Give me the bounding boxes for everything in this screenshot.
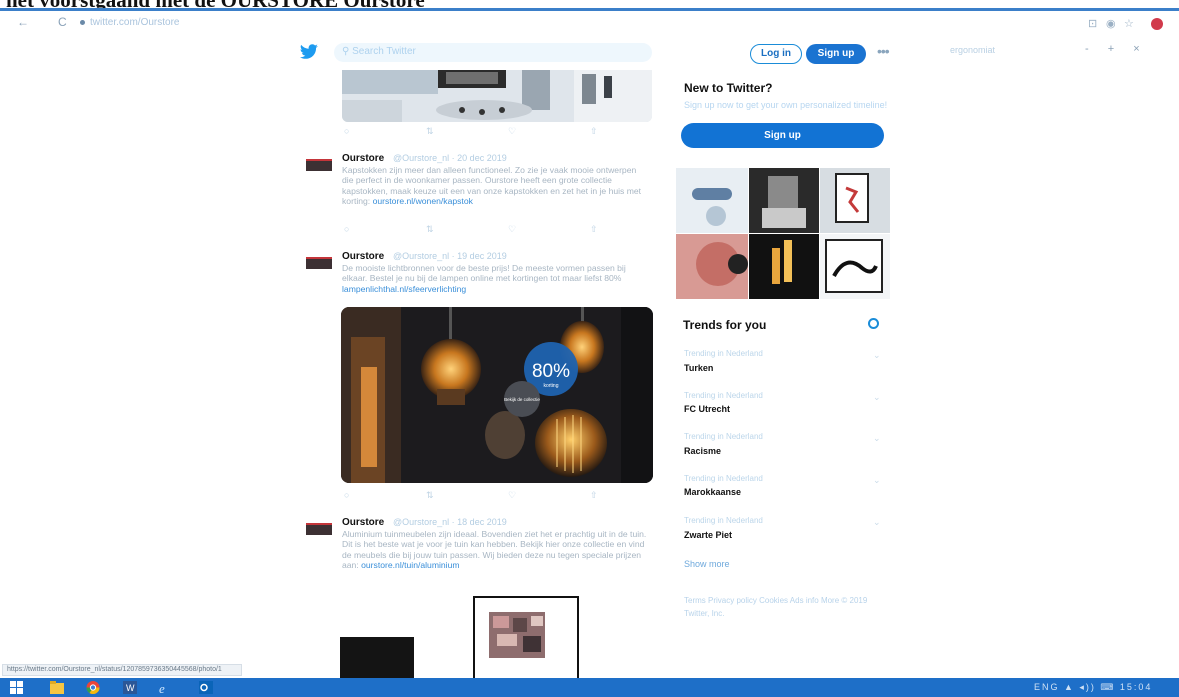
tweet-header: Ourstore @Ourstore_nl · 18 dec 2019 xyxy=(342,517,507,528)
retweet-icon[interactable]: ⇅ xyxy=(426,126,434,137)
tweet-photo-lamps[interactable]: 80% korting Bekijk de collectie xyxy=(341,307,653,483)
trend-context: Trending in Nederland xyxy=(684,516,763,525)
address-bar[interactable]: twitter.com/Ourstore xyxy=(80,17,179,28)
search-icon: ⚲ xyxy=(342,46,353,57)
windows-start-icon[interactable] xyxy=(10,681,24,694)
internet-explorer-icon[interactable]: e xyxy=(158,681,172,694)
word-icon[interactable]: W xyxy=(123,681,137,694)
tweet-text: Aluminium tuinmeubelen zijn ideaal. Bove… xyxy=(342,529,647,571)
address-text: twitter.com/Ourstore xyxy=(90,17,180,28)
avatar[interactable] xyxy=(306,523,332,535)
tweet-meta: @Ourstore_nl · 20 dec 2019 xyxy=(393,153,507,163)
tweet-header: Ourstore @Ourstore_nl · 19 dec 2019 xyxy=(342,251,507,262)
footer-links[interactable]: Terms Privacy policy Cookies Ads info Mo… xyxy=(684,594,874,620)
search-input[interactable]: ⚲ Search Twitter xyxy=(334,43,652,62)
kitchen-photo xyxy=(342,70,652,122)
share-icon[interactable]: ⇧ xyxy=(590,126,598,137)
file-explorer-icon[interactable] xyxy=(50,681,64,694)
share-icon[interactable]: ⇧ xyxy=(590,490,598,501)
promo-percent: 80% xyxy=(532,361,570,382)
reply-icon[interactable]: ○ xyxy=(344,126,349,136)
chevron-down-icon[interactable]: ⌄ xyxy=(873,433,881,444)
side-panel-field[interactable]: ergonomiat xyxy=(950,45,995,55)
chrome-icon[interactable] xyxy=(86,681,100,694)
system-tray[interactable]: ENG ▲ ◂)) ⌨ 15:04 xyxy=(1034,682,1152,693)
more-options-icon[interactable]: ••• xyxy=(877,43,890,59)
tweet-header: Ourstore @Ourstore_nl · 20 dec 2019 xyxy=(342,153,507,164)
trend-context: Trending in Nederland xyxy=(684,432,763,441)
chevron-down-icon[interactable]: ⌄ xyxy=(873,392,881,403)
avatar[interactable] xyxy=(306,257,332,269)
tweet-photo-kapstok[interactable] xyxy=(342,70,652,122)
tweet-meta: @Ourstore_nl · 19 dec 2019 xyxy=(393,251,507,261)
tweet-author[interactable]: Ourstore xyxy=(342,517,384,528)
framed-artwork xyxy=(475,598,577,684)
tweet-text: De mooiste lichtbronnen voor de beste pr… xyxy=(342,263,626,294)
tweet-link[interactable]: ourstore.nl/tuin/aluminium xyxy=(361,560,459,570)
outlook-icon[interactable] xyxy=(199,681,213,694)
tweet-link[interactable]: lampenlichthal.nl/sfeerverlichting xyxy=(342,284,466,294)
media-grid[interactable] xyxy=(676,168,890,299)
bookmark-star-icon[interactable]: ☆ xyxy=(1124,17,1134,30)
retweet-icon[interactable]: ⇅ xyxy=(426,224,434,235)
trend-context: Trending in Nederland xyxy=(684,474,763,483)
tweet[interactable]: Ourstore @Ourstore_nl · 20 dec 2019 Kaps… xyxy=(306,153,652,223)
tweet-actions: ○ ⇅ ♡ ⇧ xyxy=(342,224,602,234)
svg-text:W: W xyxy=(126,683,135,693)
avatar[interactable] xyxy=(306,159,332,171)
tweet-author[interactable]: Ourstore xyxy=(342,153,384,164)
trend-item[interactable]: Racisme xyxy=(684,446,721,456)
promo-badge-text: Bekijk de collectie xyxy=(504,397,540,402)
gear-icon[interactable] xyxy=(868,318,879,329)
trend-context: Trending in Nederland xyxy=(684,391,763,400)
new-to-twitter-title: New to Twitter? xyxy=(684,81,773,95)
twitter-bird-icon[interactable] xyxy=(299,44,319,60)
tweet-text: Kapstokken zijn meer dan alleen function… xyxy=(342,165,642,207)
profile-avatar[interactable] xyxy=(1151,18,1163,30)
browser-toolbar: ← C twitter.com/Ourstore ⊡ ◉ ☆ xyxy=(0,11,1179,35)
trend-item[interactable]: Turken xyxy=(684,363,713,373)
lamps-photo: 80% korting Bekijk de collectie xyxy=(341,307,653,483)
tweet-meta: @Ourstore_nl · 18 dec 2019 xyxy=(393,517,507,527)
trend-item[interactable]: Marokkaanse xyxy=(684,487,741,497)
lock-icon xyxy=(80,19,85,25)
trends-title: Trends for you xyxy=(683,318,767,332)
sidebar-signup-button[interactable]: Sign up xyxy=(681,123,884,148)
reply-icon[interactable]: ○ xyxy=(344,224,349,234)
windows-taskbar: W e xyxy=(0,678,1179,697)
like-icon[interactable]: ♡ xyxy=(508,126,516,137)
retweet-icon[interactable]: ⇅ xyxy=(426,490,434,501)
tweet[interactable]: Ourstore @Ourstore_nl · 18 dec 2019 Alum… xyxy=(306,517,652,581)
tweet-author[interactable]: Ourstore xyxy=(342,251,384,262)
tweet-photo-frame[interactable] xyxy=(473,596,579,686)
chevron-down-icon[interactable]: ⌄ xyxy=(873,517,881,528)
trend-item[interactable]: Zwarte Piet xyxy=(684,530,732,540)
reply-icon[interactable]: ○ xyxy=(344,490,349,500)
login-button[interactable]: Log in xyxy=(750,44,802,64)
svg-text:e: e xyxy=(159,681,165,694)
search-placeholder: Search Twitter xyxy=(352,46,416,57)
chevron-down-icon[interactable]: ⌄ xyxy=(873,475,881,486)
tweet[interactable]: Ourstore @Ourstore_nl · 19 dec 2019 De m… xyxy=(306,251,652,303)
window-controls[interactable]: - + × xyxy=(1085,43,1148,55)
promo-small-text: korting xyxy=(543,383,558,389)
extension-icon[interactable]: ◉ xyxy=(1106,17,1116,30)
like-icon[interactable]: ♡ xyxy=(508,224,516,235)
new-to-twitter-subtitle: Sign up now to get your own personalized… xyxy=(684,100,888,110)
trend-context: Trending in Nederland xyxy=(684,349,763,358)
show-more-link[interactable]: Show more xyxy=(684,559,730,569)
like-icon[interactable]: ♡ xyxy=(508,490,516,501)
reload-icon[interactable]: C xyxy=(58,15,67,29)
chevron-down-icon[interactable]: ⌄ xyxy=(873,350,881,361)
tweet-link[interactable]: ourstore.nl/wonen/kapstok xyxy=(373,196,473,206)
tweet-actions: ○ ⇅ ♡ ⇧ xyxy=(342,490,602,500)
extension-icon[interactable]: ⊡ xyxy=(1088,17,1097,30)
signup-button[interactable]: Sign up xyxy=(806,44,866,64)
screenshot-page: het voorstgaand met de OURSTORE Ourstore… xyxy=(0,0,1179,697)
status-bar-url: https://twitter.com/Ourstore_nl/status/1… xyxy=(2,664,242,676)
share-icon[interactable]: ⇧ xyxy=(590,224,598,235)
tweet-actions: ○ ⇅ ♡ ⇧ xyxy=(342,126,602,136)
trend-item[interactable]: FC Utrecht xyxy=(684,404,730,414)
back-arrow-icon[interactable]: ← xyxy=(17,15,29,29)
